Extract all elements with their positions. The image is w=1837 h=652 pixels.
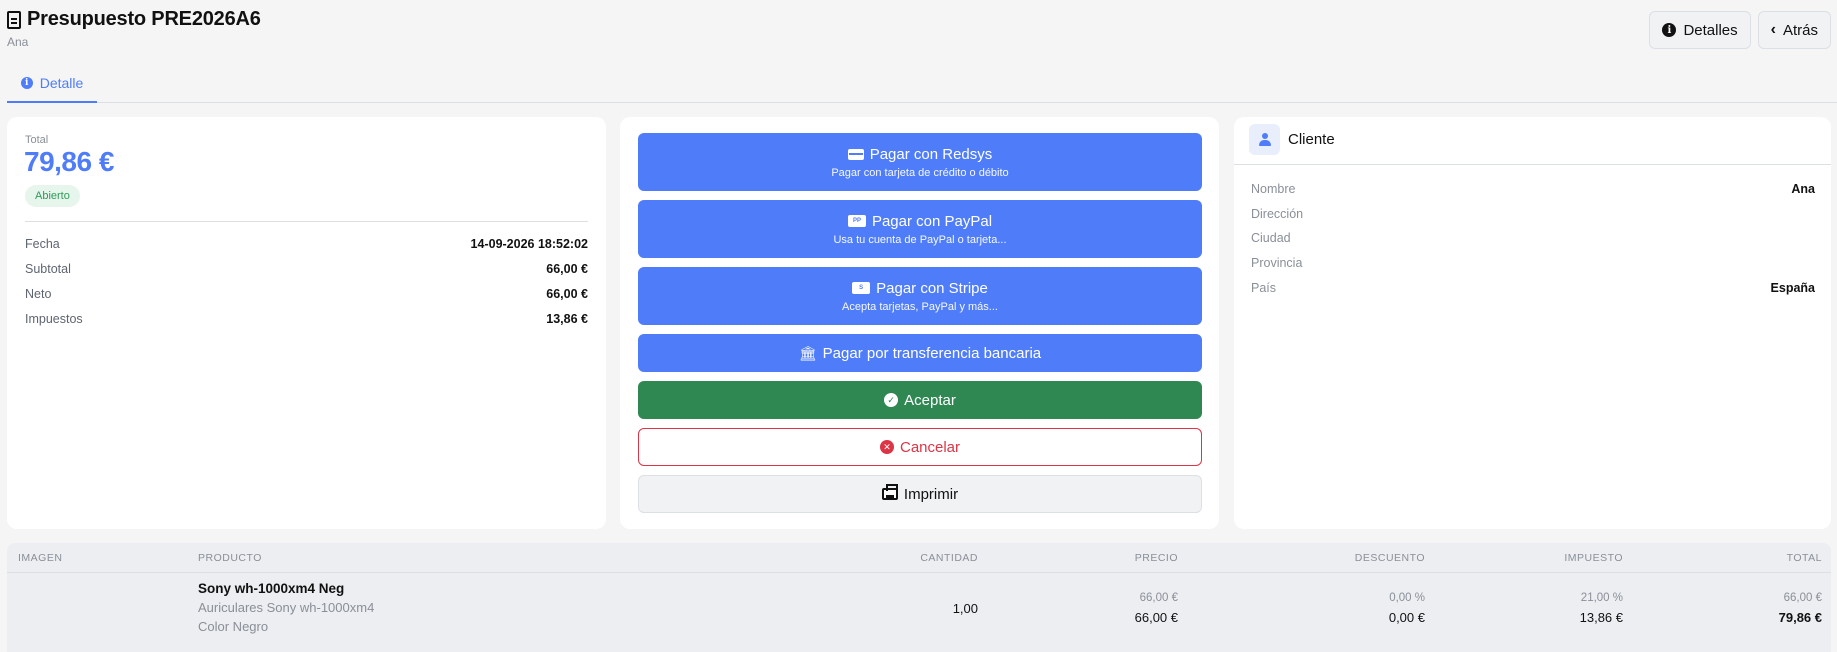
lines-table: IMAGEN PRODUCTO CANTIDAD PRECIO DESCUENT…	[7, 543, 1831, 652]
row-label: Fecha	[25, 237, 60, 251]
summary-row-impuestos: Impuestos 13,86 €	[25, 312, 588, 326]
product-variant: Color Negro	[198, 619, 269, 634]
check-circle-icon: ✓	[884, 393, 899, 407]
row-label: País	[1251, 281, 1277, 295]
col-header-total: TOTAL	[1786, 551, 1822, 564]
client-title: Cliente	[1288, 131, 1335, 148]
details-button[interactable]: i Detalles	[1649, 11, 1751, 49]
price-total: 66,00 €	[1134, 610, 1178, 625]
pay-stripe-title: Pagar con Stripe	[876, 279, 988, 297]
tax-amount: 13,86 €	[1579, 610, 1623, 625]
info-icon: i	[1662, 23, 1677, 37]
row-value: España	[1770, 281, 1815, 295]
paypal-icon: PP	[847, 215, 866, 227]
printer-icon	[881, 484, 898, 500]
row-label: Dirección	[1251, 207, 1304, 221]
col-header-producto: PRODUCTO	[198, 551, 262, 564]
pay-paypal-button[interactable]: PP Pagar con PayPal Usa tu cuenta de PayP…	[638, 200, 1202, 258]
product-description: Auriculares Sony wh-1000xm4	[198, 600, 375, 615]
row-value: 66,00 €	[546, 262, 588, 276]
tab-label: Detalle	[39, 74, 84, 91]
summary-card: Total 79,86 € Abierto Fecha 14-09-2026 1…	[7, 117, 606, 529]
line-total: 79,86 €	[1778, 610, 1822, 625]
page-title: Presupuesto PRE2026A6	[27, 8, 261, 30]
tab-detalle[interactable]: i Detalle	[7, 64, 97, 103]
col-header-imagen: IMAGEN	[18, 551, 63, 564]
page-subtitle: Ana	[7, 35, 29, 49]
stripe-icon: S	[852, 282, 871, 294]
accept-label: Aceptar	[904, 391, 956, 409]
header-divider	[7, 572, 1831, 573]
col-header-descuento: DESCUENTO	[1354, 551, 1425, 564]
pay-stripe-subtitle: Acepta tarjetas, PayPal y más...	[842, 300, 998, 313]
back-button[interactable]: ‹ Atrás	[1757, 11, 1831, 49]
summary-row-neto: Neto 66,00 €	[25, 287, 588, 301]
bank-icon: 🏛	[798, 344, 817, 361]
accept-button[interactable]: ✓ Aceptar	[638, 381, 1202, 419]
client-row-ciudad: Ciudad	[1251, 231, 1815, 245]
tab-bar: i Detalle	[7, 64, 1837, 103]
row-value: 66,00 €	[546, 287, 588, 301]
total-label: Total	[25, 134, 49, 146]
col-header-precio: PRECIO	[1134, 551, 1178, 564]
page-header: Presupuesto PRE2026A6 Ana i Detalles ‹ A…	[0, 0, 1837, 60]
row-value: 14-09-2026 18:52:02	[470, 237, 588, 251]
client-row-pais: País España	[1251, 281, 1815, 295]
print-label: Imprimir	[903, 485, 959, 503]
print-button[interactable]: Imprimir	[638, 475, 1202, 513]
client-row-provincia: Provincia	[1251, 256, 1815, 270]
client-card: Cliente Nombre Ana Dirección Ciudad Prov…	[1234, 117, 1831, 529]
chevron-left-icon: ‹	[1770, 21, 1776, 38]
pay-stripe-button[interactable]: S Pagar con Stripe Acepta tarjetas, PayPa…	[638, 267, 1202, 325]
row-value: Ana	[1791, 182, 1815, 196]
details-label: Detalles	[1683, 21, 1738, 39]
client-header: Cliente	[1234, 117, 1831, 165]
user-icon	[1258, 133, 1271, 146]
client-row-direccion: Dirección	[1251, 207, 1815, 221]
discount-amount: 0,00 €	[1388, 610, 1425, 625]
cancel-button[interactable]: ✕ Cancelar	[638, 428, 1202, 466]
avatar	[1249, 124, 1280, 155]
total-unit: 66,00 €	[1783, 592, 1822, 604]
document-icon	[7, 10, 21, 29]
divider	[25, 221, 588, 222]
price-unit: 66,00 €	[1139, 592, 1178, 604]
pay-transfer-button[interactable]: 🏛 Pagar por transferencia bancaria	[638, 334, 1202, 372]
tax-pct: 21,00 %	[1580, 592, 1623, 604]
total-value: 79,86 €	[24, 146, 114, 177]
title-row: Presupuesto PRE2026A6	[7, 8, 261, 31]
pay-paypal-title: Pagar con PayPal	[871, 212, 993, 230]
row-label: Subtotal	[25, 262, 71, 276]
status-badge: Abierto	[25, 185, 80, 207]
pay-redsys-button[interactable]: Pagar con Redsys Pagar con tarjeta de cr…	[638, 133, 1202, 191]
header-actions: i Detalles ‹ Atrás	[1649, 11, 1831, 49]
row-label: Impuestos	[25, 312, 83, 326]
row-value: 13,86 €	[546, 312, 588, 326]
info-icon: i	[20, 76, 33, 89]
quantity: 1,00	[952, 601, 978, 616]
col-header-impuesto: IMPUESTO	[1564, 551, 1623, 564]
x-circle-icon: ✕	[879, 440, 894, 454]
product-name[interactable]: Sony wh-1000xm4 Neg	[198, 581, 344, 596]
row-label: Nombre	[1251, 182, 1296, 196]
row-label: Neto	[25, 287, 52, 301]
pay-transfer-title: Pagar por transferencia bancaria	[822, 344, 1042, 362]
summary-row-subtotal: Subtotal 66,00 €	[25, 262, 588, 276]
col-header-cantidad: CANTIDAD	[920, 551, 978, 564]
row-label: Provincia	[1251, 256, 1303, 270]
row-label: Ciudad	[1251, 231, 1291, 245]
summary-row-fecha: Fecha 14-09-2026 18:52:02	[25, 237, 588, 251]
back-label: Atrás	[1782, 21, 1818, 39]
pay-paypal-subtitle: Usa tu cuenta de PayPal o tarjeta...	[833, 233, 1007, 246]
client-row-nombre: Nombre Ana	[1251, 182, 1815, 196]
cancel-label: Cancelar	[899, 438, 961, 456]
pay-redsys-title: Pagar con Redsys	[869, 145, 993, 163]
pay-redsys-subtitle: Pagar con tarjeta de crédito o débito	[831, 166, 1009, 179]
discount-pct: 0,00 %	[1389, 592, 1425, 604]
credit-card-icon	[847, 148, 864, 160]
actions-card: Pagar con Redsys Pagar con tarjeta de cr…	[620, 117, 1219, 529]
